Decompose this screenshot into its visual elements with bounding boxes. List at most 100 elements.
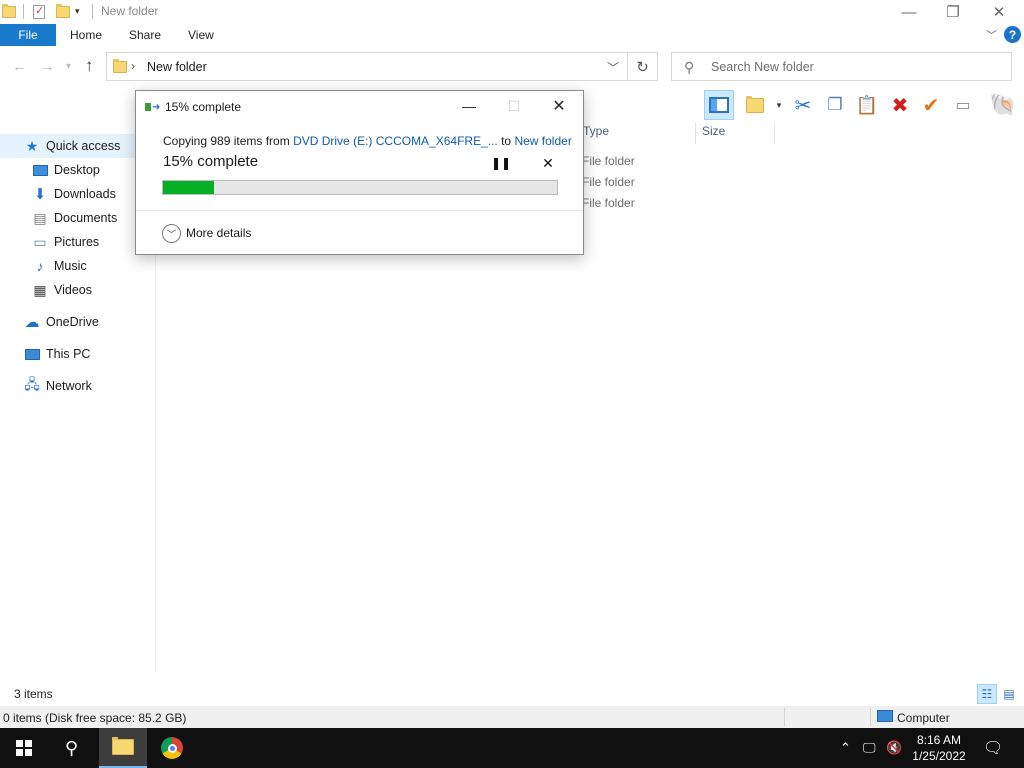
start-button[interactable] — [0, 728, 48, 768]
folder-icon[interactable] — [2, 3, 16, 20]
details-view-icon[interactable]: ☷ — [977, 684, 997, 704]
pause-icon: ❚❚ — [490, 156, 512, 170]
paste-icon[interactable]: 📋 — [852, 90, 882, 120]
chevron-up-icon[interactable]: ⌃ — [840, 740, 851, 756]
refresh-button[interactable]: ↻ — [628, 52, 658, 81]
nav-label: Music — [54, 259, 87, 273]
delete-icon[interactable]: ✖ — [885, 90, 915, 120]
column-header-type[interactable]: Type — [583, 124, 609, 138]
copy-progress-dialog: ➜ 15% complete — ☐ ✕ Copying 989 items f… — [135, 90, 584, 255]
status-bar: 0 items (Disk free space: 85.2 GB) Compu… — [0, 706, 1024, 728]
progress-bar — [162, 180, 558, 195]
up-button[interactable]: ↑ — [85, 56, 94, 76]
close-icon: ✕ — [542, 154, 554, 171]
item-count: 3 items — [14, 687, 53, 701]
dialog-close-button[interactable]: ✕ — [537, 91, 581, 121]
back-button[interactable]: ← — [12, 58, 27, 75]
properties-window-icon[interactable]: ▭ — [948, 90, 978, 120]
shell-icon[interactable]: 🐚 — [988, 90, 1018, 120]
network-icon: 🖧 — [24, 376, 40, 392]
row-type[interactable]: File folder — [582, 196, 635, 210]
chevron-down-icon: ﹀ — [162, 223, 181, 243]
command-toolbar: ▾ ✂ ❐ 📋 ✖ ✔ ▭ 🐚 — [700, 90, 1024, 120]
nav-downloads[interactable]: ⬇ Downloads — [0, 182, 155, 206]
dialog-maximize-button: ☐ — [507, 97, 521, 114]
nav-label: This PC — [46, 347, 91, 361]
preview-pane-icon[interactable] — [704, 90, 734, 120]
nav-onedrive[interactable]: ☁ OneDrive — [0, 310, 155, 334]
divider — [23, 4, 24, 19]
close-button[interactable]: ✕ — [976, 0, 1022, 24]
clock[interactable]: 8:16 AM 1/25/2022 — [904, 732, 974, 764]
progress-fill — [163, 181, 215, 194]
nav-documents[interactable]: ▤ Documents — [0, 206, 155, 230]
nav-videos[interactable]: ▦ Videos — [0, 278, 155, 302]
tab-home[interactable]: Home — [70, 28, 102, 42]
divider — [92, 4, 93, 19]
tab-view[interactable]: View — [188, 28, 214, 42]
maximize-button[interactable]: ❐ — [930, 0, 976, 24]
column-header-size[interactable]: Size — [702, 124, 725, 138]
notifications-icon[interactable]: 🗨 — [983, 738, 1003, 758]
computer-icon — [24, 346, 40, 362]
clock-date: 1/25/2022 — [912, 749, 966, 763]
location-status: Computer — [897, 711, 950, 725]
navigation-pane: ★ Quick access Desktop ⬇ Downloads ▤ Doc… — [0, 132, 155, 672]
destination-link[interactable]: New folder — [514, 134, 571, 148]
row-type[interactable]: File folder — [582, 175, 635, 189]
search-input[interactable]: ⚲ Search New folder — [671, 52, 1012, 81]
row-type[interactable]: File folder — [582, 154, 635, 168]
folder-icon — [113, 59, 127, 73]
checkmark-icon[interactable]: ✔ — [916, 90, 946, 120]
cancel-button[interactable]: ✕ — [539, 154, 557, 172]
new-folder-icon[interactable] — [56, 3, 70, 20]
pictures-icon: ▭ — [33, 233, 47, 250]
nav-music[interactable]: ♪ Music — [0, 254, 155, 278]
volume-muted-icon[interactable]: 🔇 — [886, 740, 902, 756]
column-divider[interactable] — [695, 122, 696, 144]
nav-this-pc[interactable]: This PC — [0, 342, 155, 366]
chevron-down-icon[interactable]: ﹀ — [607, 59, 619, 76]
forward-button[interactable]: → — [40, 58, 55, 75]
copy-icon[interactable]: ❐ — [820, 90, 850, 120]
pause-button[interactable]: ❚❚ — [490, 154, 512, 172]
search-icon: ⚲ — [684, 59, 695, 75]
expand-ribbon-icon[interactable]: ﹀ — [986, 27, 997, 43]
tab-file[interactable]: File — [0, 24, 56, 46]
file-explorer-button[interactable] — [99, 728, 147, 768]
cloud-icon: ☁ — [24, 314, 40, 331]
nav-quick-access[interactable]: ★ Quick access — [0, 134, 155, 158]
column-divider[interactable] — [774, 122, 775, 144]
folder-icon — [112, 737, 134, 755]
help-icon[interactable]: ? — [1004, 26, 1021, 43]
nav-pictures[interactable]: ▭ Pictures — [0, 230, 155, 254]
minimize-button[interactable]: — — [886, 0, 932, 24]
source-link[interactable]: DVD Drive (E:) CCCOMA_X64FRE_... — [293, 134, 498, 148]
percent-complete: 15% complete — [163, 153, 259, 170]
nav-desktop[interactable]: Desktop — [0, 158, 155, 182]
chevron-right-icon[interactable]: › — [131, 59, 135, 73]
recent-locations-icon[interactable]: ▾ — [66, 61, 71, 72]
large-icons-view-icon[interactable]: ▤ — [999, 684, 1019, 704]
nav-label: Network — [46, 379, 92, 393]
nav-label: Desktop — [54, 163, 100, 177]
copy-to-text: to — [497, 134, 515, 148]
chrome-button[interactable] — [148, 728, 196, 768]
taskbar: ⚲ ⌃ 🖵 🔇 8:16 AM 1/25/2022 🗨 — [0, 728, 1024, 768]
address-bar[interactable]: › New folder ﹀ — [106, 52, 628, 81]
ribbon: File Home Share View ﹀ ? — [0, 24, 1024, 46]
divider — [870, 708, 871, 726]
nav-network[interactable]: 🖧 Network — [0, 374, 155, 398]
properties-icon[interactable] — [33, 3, 45, 20]
search-button[interactable]: ⚲ — [48, 728, 96, 768]
dialog-minimize-button[interactable]: — — [447, 91, 491, 121]
chrome-icon — [161, 737, 183, 759]
window-title: New folder — [101, 4, 159, 18]
network-status-icon[interactable]: 🖵 — [863, 740, 876, 756]
more-details-button[interactable]: ﹀ More details — [162, 223, 251, 243]
address-path[interactable]: New folder — [147, 60, 207, 74]
customize-quick-access-icon[interactable]: ▾ — [75, 3, 80, 20]
tab-share[interactable]: Share — [129, 28, 161, 42]
film-icon: ▦ — [33, 281, 47, 298]
cut-icon[interactable]: ✂ — [788, 90, 818, 120]
